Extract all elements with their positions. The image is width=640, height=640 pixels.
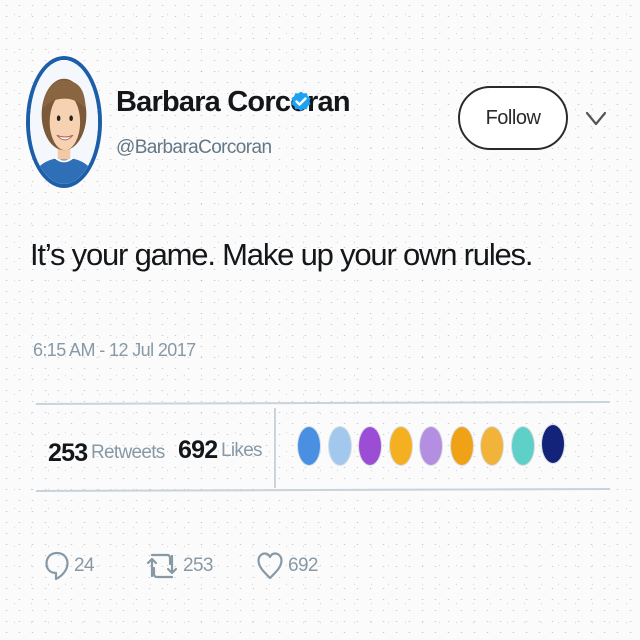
- liker-avatar[interactable]: [388, 426, 413, 466]
- retweet-action-count: 253: [183, 555, 214, 576]
- stats-divider-bottom: [35, 487, 611, 493]
- screenshot-canvas: Barbara Corcoran @BarbaraCorcoran Follow…: [0, 0, 640, 640]
- likes-count[interactable]: 692: [178, 436, 218, 465]
- tweet-timestamp[interactable]: 6:15 AM - 12 Jul 2017: [33, 340, 196, 361]
- reply-button[interactable]: 24: [44, 546, 95, 586]
- like-action-count: 692: [288, 555, 319, 576]
- liker-avatar[interactable]: [510, 426, 535, 466]
- heart-icon: [257, 552, 283, 580]
- liker-avatar[interactable]: [297, 426, 321, 466]
- tweet-card: Barbara Corcoran @BarbaraCorcoran Follow…: [0, 0, 640, 640]
- likes-label[interactable]: Likes: [221, 440, 263, 462]
- follow-button[interactable]: Follow: [458, 86, 568, 150]
- liker-avatar[interactable]: [358, 426, 382, 466]
- display-name[interactable]: Barbara Corcoran: [116, 86, 351, 119]
- like-button[interactable]: 692: [256, 546, 319, 586]
- retweets-count[interactable]: 253: [48, 439, 88, 468]
- liker-avatar[interactable]: [419, 426, 443, 466]
- chevron-down-icon[interactable]: [584, 109, 608, 129]
- liker-avatar[interactable]: [449, 426, 474, 466]
- stats-divider-vertical: [274, 408, 276, 488]
- avatar-illustration: [30, 60, 98, 184]
- verified-badge-icon: [291, 91, 311, 111]
- stats-divider-top: [35, 400, 611, 406]
- reply-count: 24: [74, 555, 95, 576]
- reply-icon: [45, 551, 69, 581]
- avatar[interactable]: [26, 56, 102, 188]
- retweet-button[interactable]: 253: [145, 546, 214, 586]
- tweet-text: It’s your game. Make up your own rules.: [30, 237, 533, 272]
- retweets-label[interactable]: Retweets: [91, 442, 165, 464]
- retweet-icon: [146, 553, 178, 579]
- user-handle[interactable]: @BarbaraCorcoran: [116, 137, 272, 159]
- liker-avatar[interactable]: [480, 426, 504, 466]
- liker-avatar[interactable]: [327, 426, 352, 466]
- liker-avatar[interactable]: [541, 424, 565, 464]
